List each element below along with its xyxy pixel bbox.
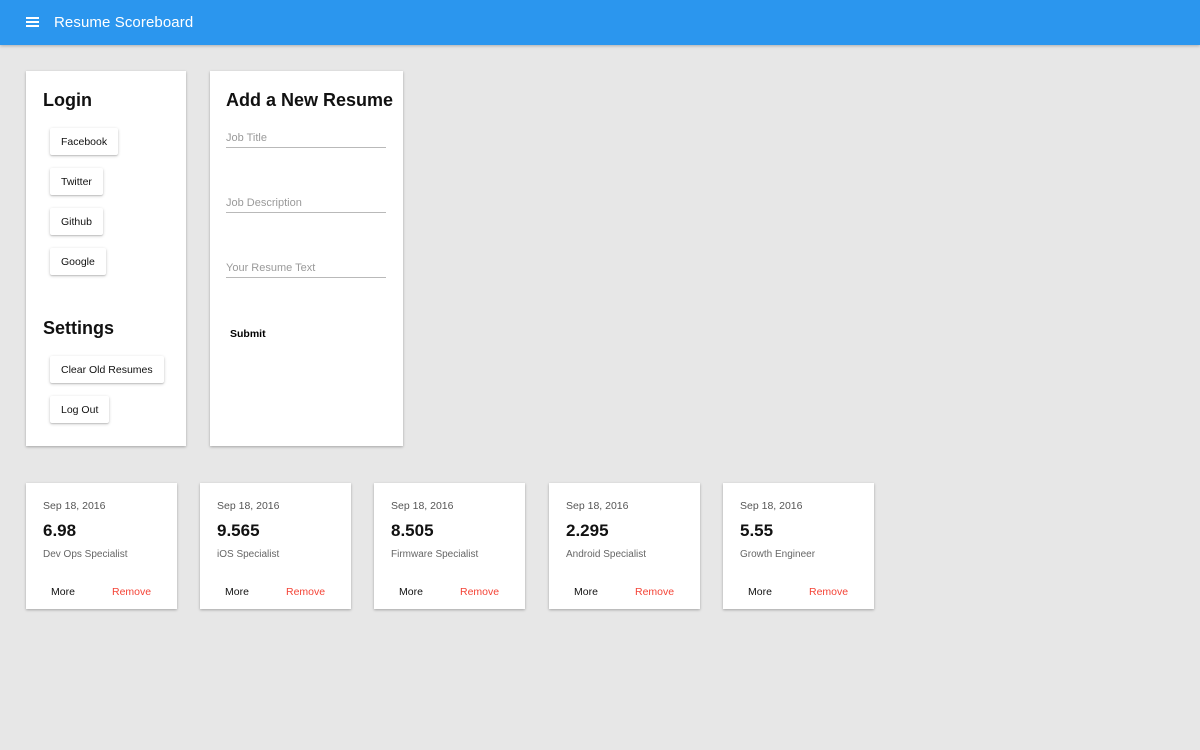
- settings-heading: Settings: [43, 318, 115, 338]
- more-button[interactable]: More: [47, 584, 79, 600]
- resume-score: 5.55: [740, 521, 774, 540]
- more-button[interactable]: More: [570, 584, 602, 600]
- resume-date: Sep 18, 2016: [391, 500, 454, 512]
- new-resume-card: Add a New Resume Submit: [210, 71, 403, 446]
- resume-card: Sep 18, 2016 9.565 iOS Specialist More R…: [200, 483, 351, 609]
- remove-button[interactable]: Remove: [282, 584, 329, 600]
- resume-job-title: iOS Specialist: [217, 549, 280, 560]
- resume-score: 9.565: [217, 521, 260, 540]
- remove-button[interactable]: Remove: [456, 584, 503, 600]
- resume-score: 8.505: [391, 521, 434, 540]
- resume-card: Sep 18, 2016 8.505 Firmware Specialist M…: [374, 483, 525, 609]
- resume-job-title: Growth Engineer: [740, 549, 816, 560]
- resume-text-field: [226, 256, 386, 278]
- job-description-input[interactable]: [226, 191, 386, 212]
- resume-card: Sep 18, 2016 5.55 Growth Engineer More R…: [723, 483, 874, 609]
- job-title-input[interactable]: [226, 126, 386, 147]
- app-title: Resume Scoreboard: [54, 14, 194, 31]
- new-resume-heading: Add a New Resume: [226, 90, 394, 110]
- submit-button[interactable]: Submit: [226, 326, 270, 342]
- resume-card: Sep 18, 2016 2.295 Android Specialist Mo…: [549, 483, 700, 609]
- job-title-field: [226, 126, 386, 148]
- remove-button[interactable]: Remove: [108, 584, 155, 600]
- resume-job-title: Dev Ops Specialist: [43, 549, 128, 560]
- login-heading: Login: [43, 90, 92, 110]
- resume-card: Sep 18, 2016 6.98 Dev Ops Specialist Mor…: [26, 483, 177, 609]
- google-login-button[interactable]: Google: [50, 248, 106, 275]
- menu-icon[interactable]: [26, 16, 39, 28]
- login-card: Login Facebook Twitter Github Google Set…: [26, 71, 186, 446]
- more-button[interactable]: More: [221, 584, 253, 600]
- clear-old-resumes-button[interactable]: Clear Old Resumes: [50, 356, 164, 383]
- resume-text-input[interactable]: [226, 256, 386, 277]
- resume-score: 2.295: [566, 521, 609, 540]
- facebook-login-button[interactable]: Facebook: [50, 128, 119, 155]
- remove-button[interactable]: Remove: [631, 584, 678, 600]
- resume-date: Sep 18, 2016: [217, 500, 280, 512]
- resume-job-title: Firmware Specialist: [391, 549, 479, 560]
- twitter-login-button[interactable]: Twitter: [50, 168, 103, 195]
- resume-score: 6.98: [43, 521, 77, 540]
- github-login-button[interactable]: Github: [50, 208, 103, 235]
- resume-date: Sep 18, 2016: [566, 500, 629, 512]
- remove-button[interactable]: Remove: [805, 584, 852, 600]
- log-out-button[interactable]: Log Out: [50, 396, 110, 423]
- job-description-field: [226, 191, 386, 213]
- resume-job-title: Android Specialist: [566, 549, 647, 560]
- resume-date: Sep 18, 2016: [43, 500, 106, 512]
- app-bar: Resume Scoreboard: [0, 0, 1200, 45]
- more-button[interactable]: More: [744, 584, 776, 600]
- resume-date: Sep 18, 2016: [740, 500, 803, 512]
- more-button[interactable]: More: [395, 584, 427, 600]
